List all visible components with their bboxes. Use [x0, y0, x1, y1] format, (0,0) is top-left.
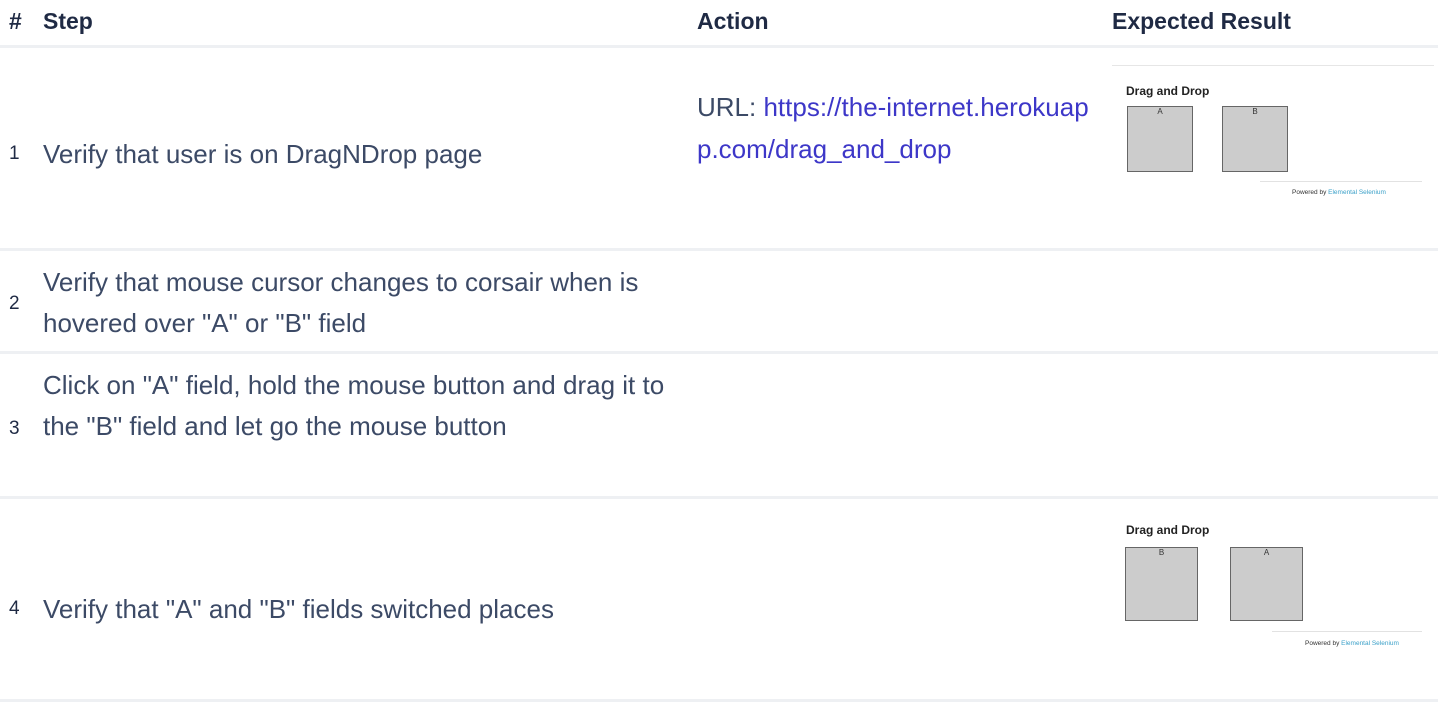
row-number: 1 — [9, 143, 20, 164]
box-label: A — [1263, 548, 1270, 557]
action-cell: URL: https://the-internet.herokuapp.com/… — [697, 86, 1097, 170]
box-label: A — [1157, 107, 1163, 116]
table-row: 4 Verify that "A" and "B" fields switche… — [0, 499, 1438, 702]
step-text: Verify that user is on DragNDrop page — [43, 139, 483, 169]
step-text: Verify that mouse cursor changes to cors… — [43, 267, 639, 338]
table-row: 3 Click on "A" field, hold the mouse but… — [0, 354, 1438, 499]
header-expected-result: Expected Result — [1112, 8, 1291, 34]
header-number: # — [9, 8, 22, 34]
thumbnail-title: Drag and Drop — [1126, 523, 1210, 537]
table-row: 2 Verify that mouse cursor changes to co… — [0, 251, 1438, 354]
step-text: Verify that "A" and "B" fields switched … — [43, 594, 554, 624]
footer-divider — [1272, 631, 1422, 632]
drag-box-left: A — [1127, 106, 1193, 172]
footer-divider — [1260, 181, 1422, 182]
expected-result-screenshot: Drag and Drop B A Powered by Elemental S… — [1112, 515, 1434, 665]
expected-result-screenshot: Drag and Drop A B Powered by Elemental S… — [1112, 65, 1434, 215]
row-number: 4 — [9, 598, 20, 619]
step-text: Click on "A" field, hold the mouse butto… — [43, 370, 665, 441]
powered-link: Elemental Selenium — [1328, 189, 1386, 196]
drag-box-right: B — [1222, 106, 1288, 172]
drag-box-right: A — [1230, 547, 1303, 621]
table-row: 1 Verify that user is on DragNDrop page … — [0, 48, 1438, 251]
powered-prefix: Powered by — [1305, 640, 1342, 647]
powered-by-text: Powered by Elemental Selenium — [1292, 189, 1386, 196]
box-label: B — [1252, 107, 1258, 116]
row-number: 2 — [9, 293, 20, 314]
powered-prefix: Powered by — [1292, 189, 1329, 196]
header-action: Action — [697, 8, 769, 34]
powered-link: Elemental Selenium — [1341, 640, 1399, 647]
powered-by-text: Powered by Elemental Selenium — [1305, 640, 1399, 647]
box-label: B — [1158, 548, 1165, 557]
thumbnail-title: Drag and Drop — [1126, 84, 1210, 98]
header-step: Step — [43, 8, 93, 34]
table-header: # Step Action Expected Result — [0, 0, 1438, 48]
drag-box-left: B — [1125, 547, 1198, 621]
row-number: 3 — [9, 418, 20, 439]
action-prefix: URL: — [697, 92, 764, 122]
